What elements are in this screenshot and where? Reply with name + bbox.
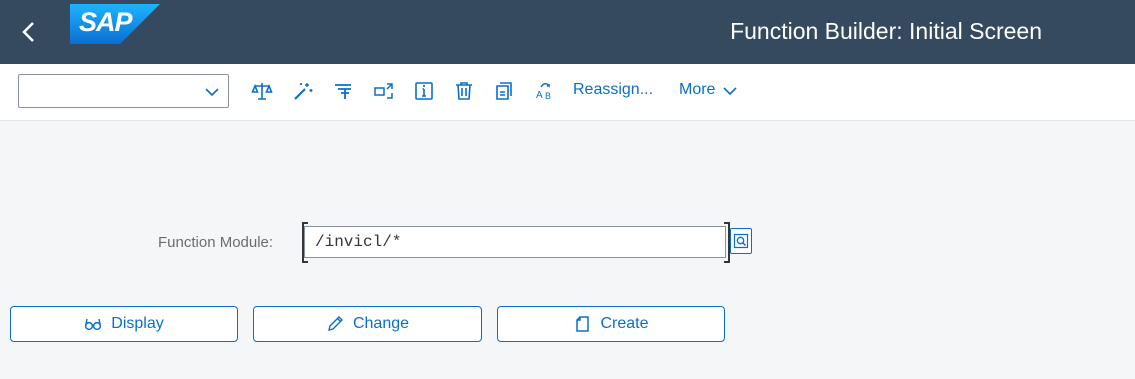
chevron-down-icon [205,88,219,97]
delete-icon [456,82,472,100]
back-button[interactable] [17,16,41,48]
rename-button[interactable]: A B [532,78,558,104]
change-button[interactable]: Change [253,306,482,342]
function-module-label: Function Module: [158,234,274,251]
logo-text: SAP [79,7,133,37]
more-label: More [679,81,716,98]
pencil-icon [328,316,343,331]
focus-bracket-left [302,222,308,263]
magic-wand-icon [294,83,313,100]
svg-text:A: A [536,90,543,101]
glasses-icon [85,318,102,331]
where-used-button[interactable] [330,78,356,104]
info-button[interactable] [411,78,437,104]
function-module-input[interactable]: /invicl/* [304,226,726,258]
display-label: Display [111,315,164,332]
variant-combobox[interactable] [18,74,229,108]
back-arrow-icon [22,22,34,42]
copy-button[interactable] [491,78,517,104]
new-document-icon [576,316,590,332]
more-button[interactable]: More [679,81,738,99]
function-module-field: /invicl/* [302,222,730,263]
delete-button[interactable] [451,78,477,104]
create-button[interactable]: Create [497,306,725,342]
info-icon [415,82,433,100]
change-label: Change [352,315,410,332]
reassign-button[interactable]: Reassign... [573,81,653,99]
rename-icon: A B [536,83,551,101]
generate-button[interactable] [290,78,316,104]
test-button[interactable] [371,78,397,104]
value-help-button[interactable] [730,228,752,254]
chevron-down-icon [723,87,738,96]
display-button[interactable]: Display [10,306,238,342]
compare-button[interactable] [249,78,275,104]
page-title: Function Builder: Initial Screen [730,18,1042,44]
balance-icon [251,83,273,100]
shell-bar: SAP Function Builder: Initial Screen [0,0,1135,64]
value-help-icon [733,233,749,249]
where-used-icon [335,84,351,99]
create-label: Create [600,315,649,332]
test-icon [374,83,393,99]
sap-logo: SAP [70,4,160,44]
content-area: Function Module: /invicl/* Display Chang… [0,122,1135,379]
svg-text:B: B [545,91,551,101]
toolbar: A B Reassign... More [0,64,1135,121]
copy-icon [496,82,512,100]
